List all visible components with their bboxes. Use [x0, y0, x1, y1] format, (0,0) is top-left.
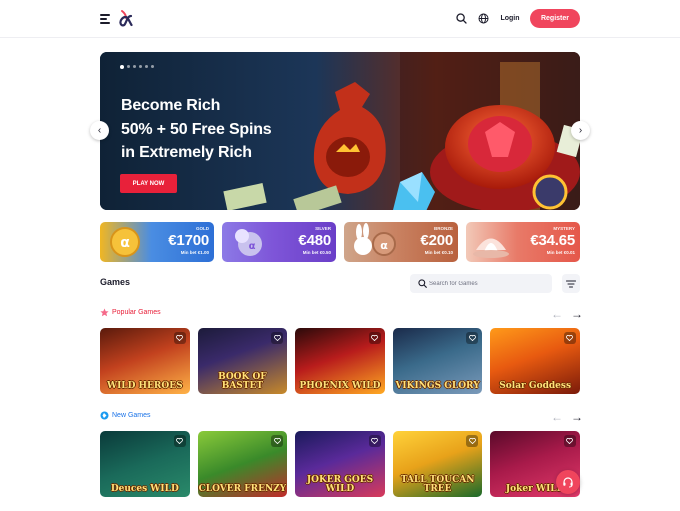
- arrow-left-icon[interactable]: ←: [551, 308, 563, 320]
- game-tile[interactable]: VIKINGS GLORY: [392, 328, 483, 394]
- hero-line: 50% + 50 Free Spins: [121, 120, 272, 138]
- play-now-button[interactable]: PLAY NOW: [120, 174, 177, 193]
- search-icon[interactable]: [456, 13, 467, 24]
- game-title: JOKER GOES WILD: [306, 475, 374, 494]
- gold-coin-icon: α: [110, 227, 140, 257]
- hero-line: Become Rich: [121, 97, 221, 114]
- heart-icon[interactable]: [271, 435, 284, 447]
- popular-games-header: Popular Games: [100, 306, 161, 318]
- jackpot-tier: GOLD: [196, 226, 209, 231]
- star-icon: [100, 308, 109, 316]
- page: Login Register Become Rich 50% + 50 Free…: [0, 0, 680, 511]
- game-tile[interactable]: BOOK OF BASTET: [197, 328, 288, 394]
- new-games-nav: ← →: [551, 411, 583, 423]
- game-tile[interactable]: JOKER GOES WILD: [295, 431, 385, 497]
- popular-games-row: WILD HEROES BOOK OF BASTET PHOENIX WILD …: [100, 328, 580, 394]
- popular-games-label: Popular Games: [112, 308, 161, 316]
- carousel-dot[interactable]: [151, 65, 154, 68]
- hamburger-menu-icon[interactable]: [100, 14, 110, 24]
- carousel-dots[interactable]: [120, 64, 154, 69]
- game-tile[interactable]: TALL TOUCAN TREE: [392, 431, 483, 497]
- jackpot-bronze[interactable]: α BRONZE €200 Min bet €0.10: [344, 222, 458, 262]
- jackpot-silver[interactable]: α SILVER €480 Min bet €0.50: [222, 222, 336, 262]
- game-title: Deuces WILD: [110, 484, 179, 494]
- login-button[interactable]: Login: [497, 11, 523, 26]
- jackpot-tier: BRONZE: [434, 226, 453, 231]
- new-games-row: Deuces WILD CLOVER FRENZY JOKER GOES WIL…: [100, 431, 580, 497]
- heart-icon[interactable]: [466, 332, 479, 344]
- arrow-right-icon[interactable]: →: [571, 411, 583, 423]
- new-games-label: New Games: [112, 411, 151, 419]
- heart-icon[interactable]: [173, 332, 186, 344]
- top-bar: Login Register: [0, 0, 680, 38]
- arrow-left-icon[interactable]: ←: [551, 411, 563, 423]
- filter-button[interactable]: [562, 274, 580, 293]
- game-title: WILD HEROES: [106, 381, 183, 391]
- jackpot-amount: €480: [298, 232, 331, 249]
- jackpot-amount: €1700: [168, 232, 209, 249]
- alpha-logo[interactable]: [119, 8, 133, 28]
- heart-icon[interactable]: [563, 435, 576, 447]
- jackpot-amount: €200: [420, 232, 453, 249]
- game-tile[interactable]: CLOVER FRENZY: [197, 431, 288, 497]
- game-tile[interactable]: WILD HEROES: [100, 328, 190, 394]
- game-search[interactable]: [410, 274, 552, 293]
- lotus-flower-icon: [473, 238, 509, 258]
- carousel-dot[interactable]: [133, 65, 136, 68]
- game-title: Solar Goddess: [499, 381, 572, 391]
- silver-mascot-icon: α: [235, 229, 262, 256]
- carousel-next-icon[interactable]: ›: [571, 121, 590, 140]
- headset-icon: [563, 477, 573, 488]
- carousel-dot[interactable]: [139, 65, 142, 68]
- new-games-header: New Games: [100, 409, 151, 421]
- games-heading: Games: [100, 277, 131, 287]
- jackpot-row: α GOLD €1700 Min bet €1.00 α SILVER €480…: [100, 222, 580, 262]
- game-title: CLOVER FRENZY: [198, 484, 287, 494]
- hero-line: in Extremely Rich: [121, 144, 252, 161]
- heart-icon[interactable]: [173, 435, 186, 447]
- game-tile[interactable]: PHOENIX WILD: [295, 328, 385, 394]
- jackpot-min-bet: Min bet €0.10: [424, 250, 453, 255]
- search-icon: [418, 279, 427, 288]
- jackpot-amount: €34.65: [530, 232, 575, 249]
- heart-icon[interactable]: [466, 435, 479, 447]
- popular-nav: ← →: [551, 308, 583, 320]
- bronze-bunny-icon: α: [354, 223, 396, 256]
- carousel-dot[interactable]: [127, 65, 130, 68]
- heart-icon[interactable]: [271, 332, 284, 344]
- register-button[interactable]: Register: [530, 9, 580, 28]
- carousel-dot[interactable]: [120, 64, 124, 69]
- heart-icon[interactable]: [368, 332, 381, 344]
- jackpot-min-bet: Min bet €0.01: [546, 250, 575, 255]
- game-title: PHOENIX WILD: [299, 381, 381, 391]
- game-title: TALL TOUCAN TREE: [400, 475, 475, 494]
- jackpot-gold[interactable]: α GOLD €1700 Min bet €1.00: [100, 222, 214, 262]
- hero-banner[interactable]: Become Rich 50% + 50 Free Spins in Extre…: [100, 52, 580, 210]
- carousel-dot[interactable]: [145, 65, 148, 68]
- game-title: BOOK OF BASTET: [218, 372, 267, 391]
- svg-text:α: α: [120, 235, 130, 251]
- game-title: VIKINGS GLORY: [395, 381, 480, 391]
- jackpot-tier: SILVER: [315, 226, 331, 231]
- game-tile[interactable]: Deuces WILD: [100, 431, 190, 497]
- jackpot-mystery[interactable]: MYSTERY €34.65 Min bet €0.01: [466, 222, 580, 262]
- support-chat-button[interactable]: [556, 470, 580, 494]
- globe-icon[interactable]: [478, 13, 489, 24]
- jackpot-min-bet: Min bet €0.50: [302, 250, 331, 255]
- arrow-right-icon[interactable]: →: [571, 308, 583, 320]
- game-tile[interactable]: Solar Goddess: [490, 328, 580, 394]
- heart-icon[interactable]: [563, 332, 576, 344]
- filter-icon: [566, 279, 576, 288]
- hero-headline: Become Rich 50% + 50 Free Spins in Extre…: [121, 94, 321, 165]
- new-badge-icon: [100, 411, 109, 419]
- svg-text:α: α: [380, 239, 388, 252]
- svg-text:α: α: [249, 241, 256, 252]
- search-input[interactable]: [429, 277, 547, 290]
- carousel-prev-icon[interactable]: ‹: [90, 121, 109, 140]
- jackpot-tier: MYSTERY: [553, 226, 575, 231]
- heart-icon[interactable]: [368, 435, 381, 447]
- jackpot-min-bet: Min bet €1.00: [180, 250, 209, 255]
